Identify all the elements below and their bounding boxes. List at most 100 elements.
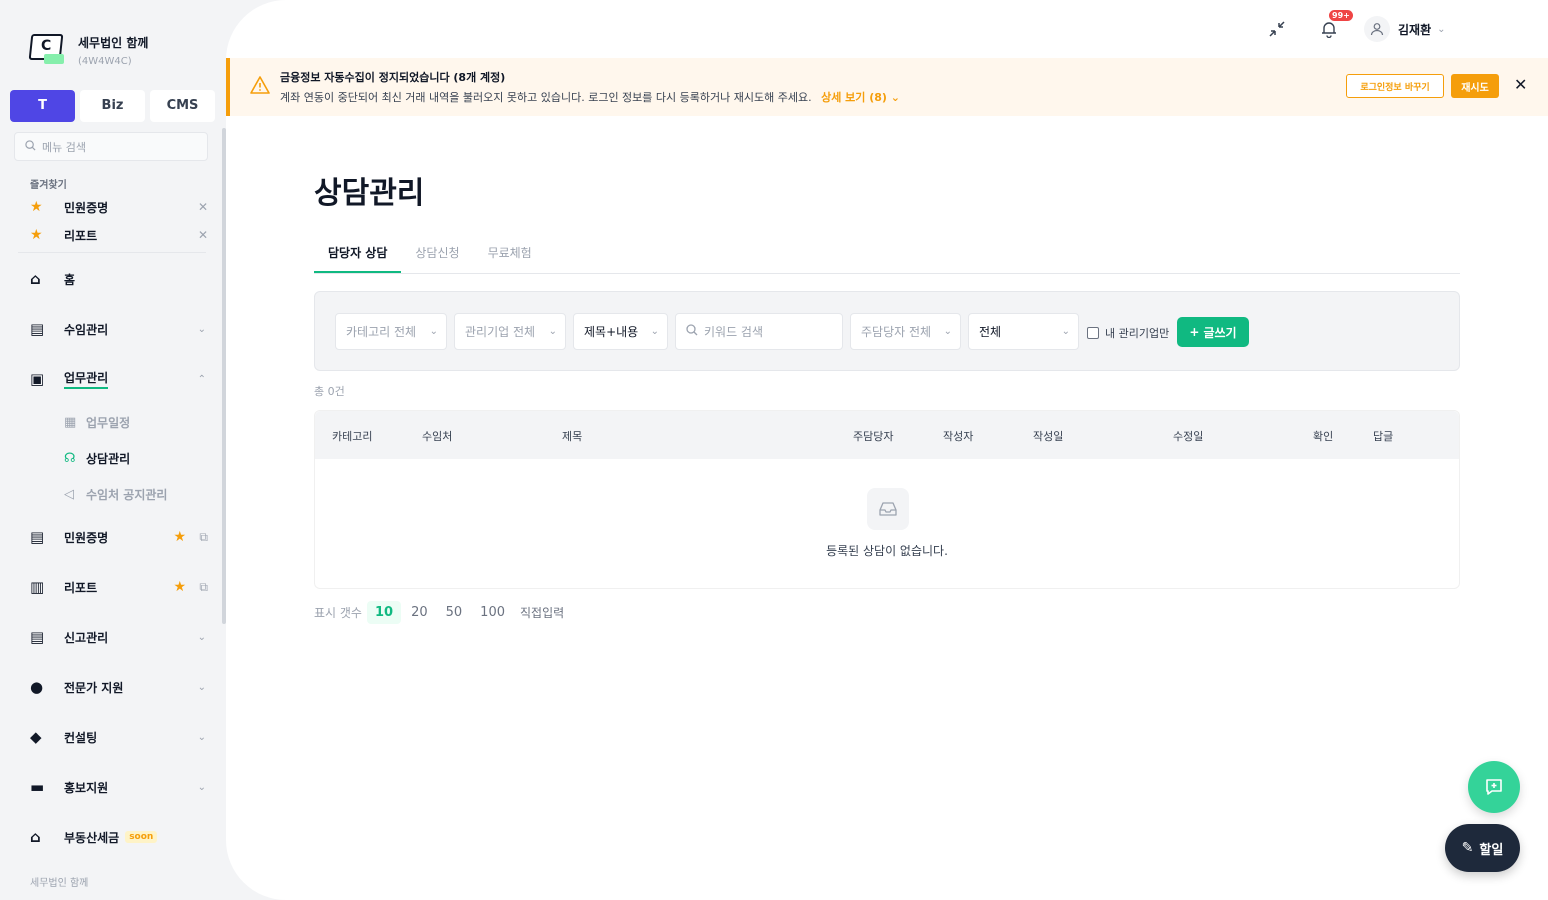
chat-bubble-icon: ▬: [30, 778, 45, 796]
tab-manager-consult[interactable]: 담당자 상담: [314, 234, 402, 273]
chevron-down-icon: ⌄: [1061, 326, 1070, 337]
favorite-item-civil[interactable]: ★ 민원증명 ✕: [30, 197, 210, 217]
chevron-down-icon: ⌄: [197, 631, 206, 643]
column-header: 카테고리: [332, 430, 373, 443]
avatar: [1364, 16, 1390, 42]
category-select[interactable]: 카테고리 전체 ⌄: [335, 313, 447, 350]
sidebar-item-label: 홈: [64, 272, 76, 287]
sidebar-item-label: 신고관리: [64, 630, 109, 645]
collapse-icon[interactable]: [1264, 16, 1290, 42]
brand-code: (4W4W4C): [78, 56, 132, 67]
tab-bar: 담당자 상담 상담신청 무료체험: [314, 234, 1460, 274]
chevron-down-icon: ⌄: [197, 781, 206, 793]
pencil-icon: ✎: [1461, 840, 1474, 856]
alert-message-row: 계좌 연동이 중단되어 최신 거래 내역을 불러오지 못하고 있습니다. 로그인…: [280, 89, 900, 105]
sidebar-item-client[interactable]: ▤ 수임관리 ⌄: [30, 317, 210, 341]
page-size-option[interactable]: 50: [438, 601, 471, 624]
house-icon: ⌂: [30, 828, 41, 846]
sidebar-subitem-notice[interactable]: ◁ 수임처 공지관리: [64, 484, 167, 504]
my-companies-checkbox[interactable]: 내 관리기업만: [1087, 325, 1169, 341]
page-size-option[interactable]: 100: [472, 601, 513, 624]
chevron-down-icon: ⌄: [943, 326, 952, 337]
favorite-item-report[interactable]: ★ 리포트 ✕: [30, 225, 210, 245]
star-icon[interactable]: ★: [173, 579, 186, 595]
page-size-custom[interactable]: 직접입력: [520, 604, 564, 621]
tab-consult-request[interactable]: 상담신청: [401, 234, 473, 273]
retry-button[interactable]: 재시도: [1451, 74, 1499, 98]
sidebar-item-expert[interactable]: ● 전문가 지원 ⌄: [30, 675, 210, 699]
checkbox-box[interactable]: [1087, 327, 1099, 339]
category-select-value: 카테고리 전체: [346, 325, 417, 339]
page-title: 상담관리: [314, 176, 425, 211]
todo-fab-button[interactable]: ✎ 할일: [1445, 824, 1520, 872]
search-icon: [25, 139, 36, 154]
close-icon[interactable]: ✕: [1514, 75, 1527, 94]
column-header: 작성자: [943, 430, 974, 443]
search-icon: [686, 324, 698, 339]
sidebar-item-realestate[interactable]: ⌂ 부동산세금 soon: [30, 825, 210, 849]
sidebar-item-label: 업무관리: [64, 369, 109, 389]
bell-icon[interactable]: 99+: [1316, 10, 1353, 42]
sidebar-item-work[interactable]: ▣ 업무관리 ⌃: [30, 367, 210, 391]
todo-label: 할일: [1479, 842, 1504, 858]
page-size-label: 표시 갯수: [314, 606, 362, 620]
chat-fab-button[interactable]: [1468, 761, 1520, 813]
sidebar-item-filing[interactable]: ▤ 신고관리 ⌄: [30, 625, 210, 649]
change-login-button[interactable]: 로그인정보 바꾸기: [1346, 74, 1444, 98]
column-header: 수정일: [1173, 430, 1204, 443]
result-count: 총 0건: [314, 385, 345, 398]
chevron-up-icon: ⌃: [197, 373, 206, 385]
status-select[interactable]: 전체 ⌄: [968, 313, 1079, 350]
company-select-value: 관리기업 전체: [465, 325, 536, 339]
brand-logo: C: [28, 30, 66, 64]
mode-cms-button[interactable]: CMS: [150, 90, 215, 122]
external-link-icon[interactable]: ⧉: [199, 580, 208, 595]
search-field-select[interactable]: 제목+내용 ⌄: [573, 313, 668, 350]
search-field-value: 제목+내용: [584, 325, 639, 339]
sidebar-item-label: 부동산세금: [64, 830, 120, 845]
soon-badge: soon: [125, 831, 158, 843]
sidebar-item-report[interactable]: ▥ 리포트 ★ ⧉: [30, 575, 210, 599]
sidebar-subitem-label: 상담관리: [86, 451, 131, 466]
keyword-search-input[interactable]: 키워드 검색: [675, 313, 843, 350]
chevron-down-icon: ⌄: [650, 326, 659, 337]
column-header: 작성일: [1033, 430, 1064, 443]
external-link-icon[interactable]: ⧉: [199, 530, 208, 545]
notification-badge: 99+: [1329, 10, 1353, 21]
alert-banner: 금융정보 자동수집이 정지되었습니다 (8개 계정) 계좌 연동이 중단되어 최…: [226, 58, 1548, 116]
sidebar-item-home[interactable]: ⌂ 홈: [30, 267, 210, 291]
sidebar-footer: 세무법인 함께: [30, 878, 89, 889]
brand[interactable]: C 세무법인 함께 (4W4W4C): [28, 30, 148, 67]
manager-select[interactable]: 주담당자 전체 ⌄: [850, 313, 961, 350]
star-icon: ★: [30, 227, 43, 243]
alert-more-label: 상세 보기 (8): [821, 91, 887, 104]
chevron-down-icon: ⌄: [197, 681, 206, 693]
write-button[interactable]: + 글쓰기: [1177, 317, 1249, 347]
mode-biz-button[interactable]: Biz: [80, 90, 145, 122]
manager-select-value: 주담당자 전체: [861, 325, 932, 339]
sidebar: C 세무법인 함께 (4W4W4C) T Biz CMS 메뉴 검색 즐겨찾기 …: [0, 0, 226, 900]
sidebar-subitem-label: 업무일정: [86, 415, 131, 430]
sidebar-subitem-consult[interactable]: ☊ 상담관리: [64, 448, 130, 468]
column-header: 주담당자: [853, 430, 894, 443]
page-size-option[interactable]: 20: [403, 601, 436, 624]
sidebar-item-civil[interactable]: ▤ 민원증명 ★ ⧉: [30, 525, 210, 549]
company-select[interactable]: 관리기업 전체 ⌄: [454, 313, 566, 350]
star-icon[interactable]: ★: [173, 529, 186, 545]
filing-icon: ▤: [30, 628, 45, 646]
tab-free-trial[interactable]: 무료체험: [474, 234, 546, 273]
sidebar-item-consulting[interactable]: ◆ 컨설팅 ⌄: [30, 725, 210, 749]
sidebar-subitem-schedule[interactable]: ▦ 업무일정: [64, 412, 130, 432]
menu-search-input[interactable]: 메뉴 검색: [14, 132, 208, 161]
user-name: 김재환: [1398, 22, 1432, 37]
chevron-down-icon: ⌄: [429, 326, 438, 337]
sidebar-subitem-label: 수임처 공지관리: [86, 487, 168, 502]
alert-more-link[interactable]: 상세 보기 (8) ⌄: [821, 91, 900, 104]
home-icon: ⌂: [30, 270, 41, 288]
close-icon[interactable]: ✕: [198, 228, 208, 242]
page-size-option[interactable]: 10: [366, 601, 402, 624]
close-icon[interactable]: ✕: [198, 200, 208, 214]
mode-t-button[interactable]: T: [10, 90, 75, 122]
sidebar-item-promo[interactable]: ▬ 홍보지원 ⌄: [30, 775, 210, 799]
user-menu[interactable]: 김재환 ⌄: [1364, 16, 1446, 42]
